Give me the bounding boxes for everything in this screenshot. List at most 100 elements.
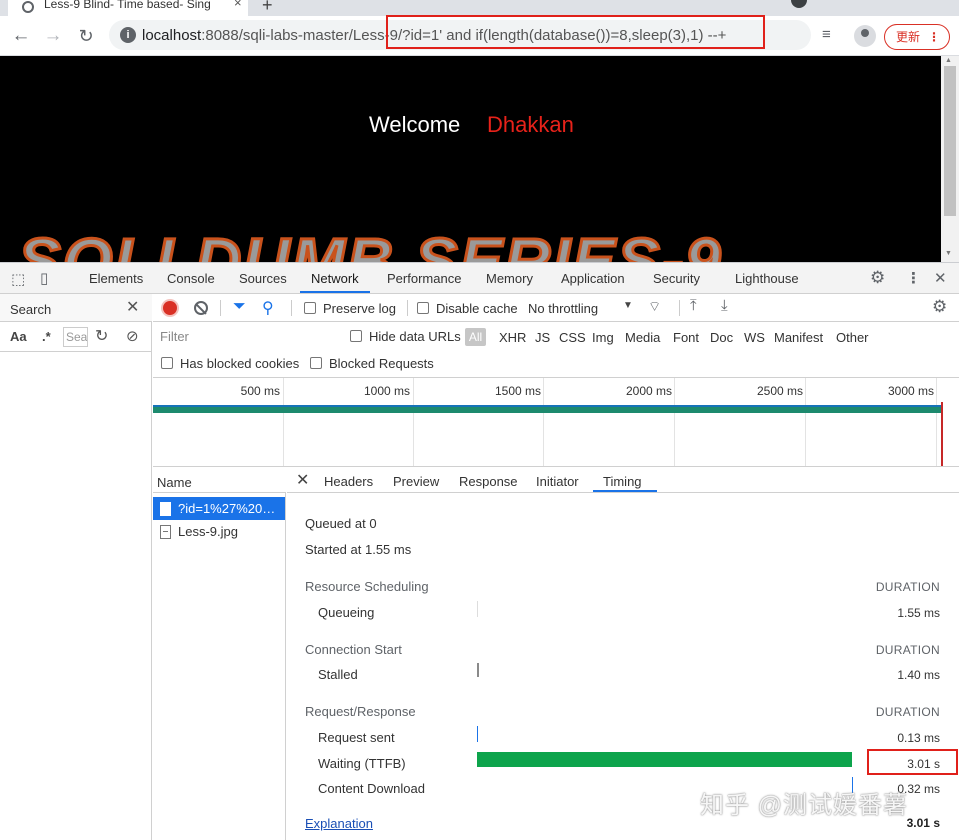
more-options-icon[interactable]: ⋮ bbox=[906, 269, 921, 287]
overview-request-bar bbox=[153, 405, 943, 413]
chevron-down-icon[interactable]: ▼ bbox=[623, 300, 633, 311]
close-icon[interactable]: ✕ bbox=[126, 297, 139, 317]
close-detail-icon[interactable]: ✕ bbox=[296, 470, 309, 490]
record-button[interactable] bbox=[163, 301, 177, 315]
scroll-up-icon[interactable]: ▲ bbox=[945, 57, 952, 64]
timing-row-label: Content Download bbox=[318, 781, 425, 796]
filter-xhr[interactable]: XHR bbox=[499, 330, 526, 345]
tab-lighthouse[interactable]: Lighthouse bbox=[735, 271, 799, 286]
update-label: 更新 bbox=[896, 30, 921, 44]
filter-all-button[interactable]: All bbox=[465, 328, 486, 346]
filter-ws[interactable]: WS bbox=[744, 330, 765, 345]
stalled-bar bbox=[477, 663, 479, 677]
search-input[interactable]: Search bbox=[63, 327, 88, 347]
page-scrollbar[interactable]: ▲ ▼ bbox=[941, 56, 959, 262]
close-devtools-icon[interactable]: ✕ bbox=[934, 269, 947, 287]
watermark: 知乎 @测试媛番薯 bbox=[700, 792, 909, 819]
network-conditions-icon[interactable]: ⌔ bbox=[648, 298, 661, 316]
search-header: Search ✕ bbox=[0, 294, 152, 322]
reload-button[interactable]: ↻ bbox=[74, 24, 98, 48]
timing-row-label: Stalled bbox=[318, 667, 358, 682]
blocked-requests-checkbox[interactable] bbox=[310, 357, 322, 369]
tick-label: 2500 ms bbox=[756, 384, 803, 398]
new-tab-button[interactable]: + bbox=[262, 0, 273, 16]
tick-label: 500 ms bbox=[240, 384, 280, 398]
filter-other[interactable]: Other bbox=[836, 330, 869, 345]
filter-js[interactable]: JS bbox=[535, 330, 550, 345]
tab-performance[interactable]: Performance bbox=[387, 271, 461, 286]
browser-tab[interactable]: Less-9 Blind- Time based- Sing × bbox=[8, 0, 248, 16]
has-blocked-cookies-checkbox[interactable] bbox=[161, 357, 173, 369]
filter-media[interactable]: Media bbox=[625, 330, 660, 345]
blocked-requests-label: Blocked Requests bbox=[329, 356, 434, 371]
tick-line bbox=[413, 378, 414, 466]
clear-icon[interactable]: ⊘ bbox=[126, 327, 139, 345]
timing-row-label: Waiting (TTFB) bbox=[318, 756, 406, 771]
inspect-element-icon[interactable]: ⬚ bbox=[11, 270, 25, 288]
tick-label: 2000 ms bbox=[625, 384, 672, 398]
tab-search-icon[interactable] bbox=[791, 0, 807, 8]
filter-font[interactable]: Font bbox=[673, 330, 699, 345]
tab-security[interactable]: Security bbox=[653, 271, 700, 286]
tab-memory[interactable]: Memory bbox=[486, 271, 533, 286]
filter-css[interactable]: CSS bbox=[559, 330, 586, 345]
filter-input[interactable]: Filter bbox=[156, 326, 336, 348]
tab-close-icon[interactable]: × bbox=[234, 0, 242, 10]
tab-console[interactable]: Console bbox=[167, 271, 215, 286]
disable-cache-checkbox[interactable] bbox=[417, 302, 429, 314]
timing-row-value: 1.40 ms bbox=[897, 668, 940, 682]
site-info-icon[interactable]: i bbox=[120, 27, 136, 43]
tab-initiator[interactable]: Initiator bbox=[536, 474, 579, 489]
regex-button[interactable]: .* bbox=[42, 329, 51, 344]
filter-icon[interactable]: ⏷ bbox=[233, 298, 246, 316]
divider bbox=[679, 300, 680, 316]
export-har-icon[interactable]: ⤓ bbox=[721, 297, 728, 314]
tab-application[interactable]: Application bbox=[561, 271, 625, 286]
device-toggle-icon[interactable]: ▯ bbox=[40, 269, 48, 287]
tick-label: 3000 ms bbox=[887, 384, 934, 398]
duration-header: DURATION bbox=[875, 580, 940, 594]
tab-preview[interactable]: Preview bbox=[393, 474, 439, 489]
tab-timing[interactable]: Timing bbox=[603, 474, 642, 489]
throttling-select[interactable]: No throttling bbox=[528, 301, 598, 316]
timing-row-value: 0.13 ms bbox=[897, 731, 940, 745]
clear-button[interactable] bbox=[194, 301, 208, 315]
timeline-overview[interactable]: 500 ms 1000 ms 1500 ms 2000 ms 2500 ms 3… bbox=[153, 378, 959, 467]
settings-gear-icon[interactable]: ⚙ bbox=[870, 268, 885, 288]
profile-avatar[interactable] bbox=[854, 25, 876, 47]
preserve-log-checkbox[interactable] bbox=[304, 302, 316, 314]
name-column-header[interactable]: Name bbox=[153, 467, 286, 493]
filter-manifest[interactable]: Manifest bbox=[774, 330, 823, 345]
match-case-button[interactable]: Aa bbox=[10, 329, 27, 344]
back-button[interactable]: ← bbox=[9, 24, 33, 48]
tick-line bbox=[805, 378, 806, 466]
tab-headers[interactable]: Headers bbox=[324, 474, 373, 489]
menu-icon: ⋮ bbox=[928, 30, 940, 44]
import-har-icon[interactable]: ⤒ bbox=[690, 297, 697, 314]
update-button[interactable]: 更新 ⋮ bbox=[884, 24, 950, 50]
hide-data-urls-checkbox[interactable] bbox=[350, 330, 362, 342]
tab-elements[interactable]: Elements bbox=[89, 271, 143, 286]
tab-response[interactable]: Response bbox=[459, 474, 518, 489]
active-tab-indicator bbox=[300, 291, 370, 293]
timing-row-value: 1.55 ms bbox=[897, 606, 940, 620]
refresh-icon[interactable]: ↻ bbox=[95, 326, 108, 346]
url-host: localhost bbox=[142, 27, 202, 44]
timing-row-label: Request sent bbox=[318, 730, 395, 745]
forward-button[interactable]: → bbox=[41, 24, 65, 48]
tab-network[interactable]: Network bbox=[311, 271, 359, 286]
explanation-link[interactable]: Explanation bbox=[305, 816, 373, 831]
request-list: Name ?id=1%27%20and%20if(length(database… bbox=[153, 467, 286, 840]
tab-sources[interactable]: Sources bbox=[239, 271, 287, 286]
request-row[interactable]: Less-9.jpg bbox=[153, 520, 285, 543]
filter-doc[interactable]: Doc bbox=[710, 330, 733, 345]
network-settings-icon[interactable]: ⚙ bbox=[932, 297, 947, 317]
filter-img[interactable]: Img bbox=[592, 330, 614, 345]
search-tools: Aa .* Search ↻ ⊘ bbox=[0, 322, 152, 352]
scroll-thumb[interactable] bbox=[944, 66, 956, 216]
duration-header: DURATION bbox=[875, 705, 940, 719]
request-row-selected[interactable]: ?id=1%27%20and%20if(length(database())=8… bbox=[153, 497, 285, 520]
search-icon[interactable]: ⚲ bbox=[262, 298, 274, 318]
scroll-down-icon[interactable]: ▼ bbox=[945, 250, 952, 257]
reading-list-icon[interactable]: ≡ bbox=[822, 26, 831, 43]
